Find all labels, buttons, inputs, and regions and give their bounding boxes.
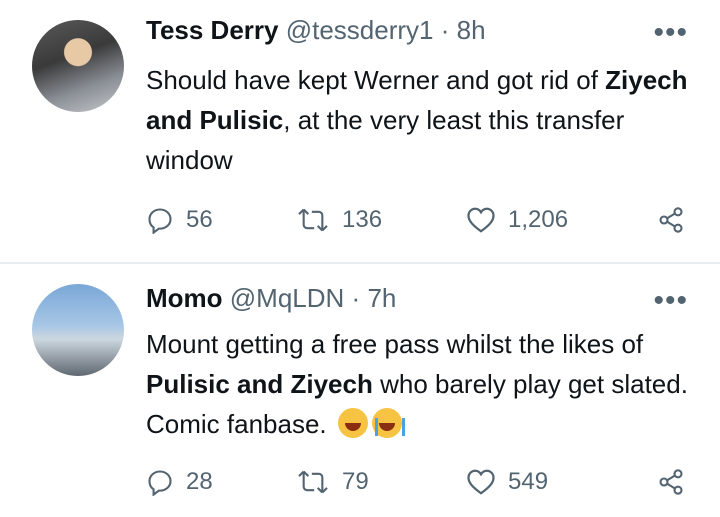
more-options-icon[interactable]: ••• — [653, 286, 688, 316]
reply-count: 28 — [186, 468, 213, 495]
retweet-button[interactable]: 79 — [296, 468, 369, 496]
like-button[interactable]: 1,206 — [466, 206, 568, 234]
action-bar: 28 79 549 — [146, 468, 694, 502]
author-name[interactable]: Tess Derry — [146, 15, 279, 45]
separator: · — [440, 15, 450, 45]
tweet-header: Tess Derry @tessderry1 · 8h — [146, 14, 486, 46]
like-button[interactable]: 549 — [466, 468, 548, 496]
reply-icon — [148, 470, 172, 496]
tweet-text-part: Should have kept Werner and got rid of — [146, 65, 606, 95]
retweet-count: 136 — [342, 206, 383, 233]
like-count: 1,206 — [508, 206, 569, 233]
loudly-crying-emoji-icon — [371, 408, 405, 438]
heart-icon — [467, 207, 495, 233]
heart-icon — [467, 469, 495, 495]
tweet-text-part: Mount getting a free pass whilst the lik… — [146, 329, 644, 359]
tears-of-joy-emoji-icon — [337, 408, 368, 438]
retweet-count: 79 — [342, 468, 369, 495]
share-button[interactable] — [656, 206, 698, 234]
reply-button[interactable]: 28 — [146, 468, 213, 496]
like-count: 549 — [508, 468, 549, 495]
author-handle[interactable]: @tessderry1 — [286, 15, 434, 45]
avatar[interactable] — [32, 284, 124, 376]
timestamp[interactable]: 7h — [367, 283, 396, 313]
share-button[interactable] — [656, 468, 698, 496]
author-name[interactable]: Momo — [146, 283, 223, 313]
retweet-icon — [298, 208, 328, 232]
reply-button[interactable]: 56 — [146, 206, 213, 234]
avatar[interactable] — [32, 20, 124, 112]
retweet-icon — [298, 470, 328, 494]
share-icon — [659, 469, 683, 495]
retweet-button[interactable]: 136 — [296, 206, 382, 234]
timestamp[interactable]: 8h — [457, 15, 486, 45]
tweet-text: Should have kept Werner and got rid of Z… — [146, 60, 706, 180]
separator: · — [351, 283, 361, 313]
more-options-icon[interactable]: ••• — [653, 18, 688, 48]
reply-count: 56 — [186, 206, 213, 233]
reply-icon — [148, 208, 172, 234]
tweet-text: Mount getting a free pass whilst the lik… — [146, 324, 706, 444]
tweet[interactable]: Momo @MqLDN · 7h ••• Mount getting a fre… — [0, 264, 720, 517]
tweet[interactable]: Tess Derry @tessderry1 · 8h ••• Should h… — [0, 0, 720, 262]
action-bar: 56 136 1,206 — [146, 206, 694, 240]
tweet-text-bold: Pulisic and Ziyech — [146, 369, 373, 399]
author-handle[interactable]: @MqLDN — [230, 283, 345, 313]
share-icon — [659, 207, 683, 233]
tweet-header: Momo @MqLDN · 7h — [146, 282, 396, 314]
